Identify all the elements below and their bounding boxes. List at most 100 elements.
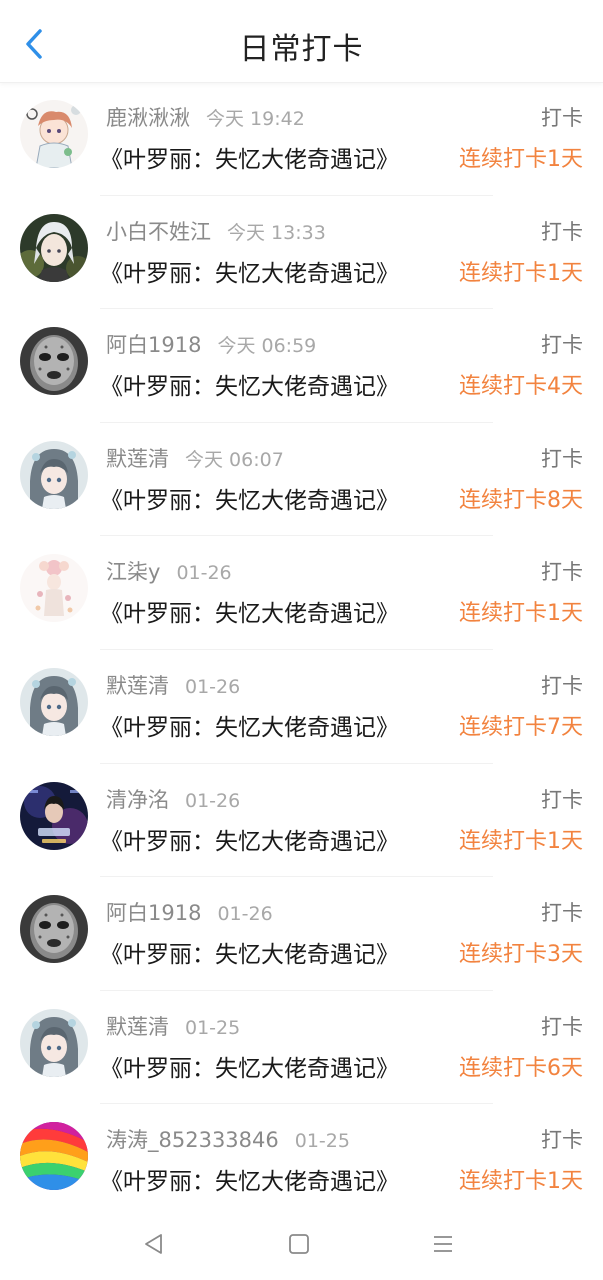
- action-label: 打卡: [541, 560, 583, 585]
- page: 日常打卡 鹿湫湫湫 今天 19:42 打卡 《叶罗丽：失忆大佬奇遇记》 连续打卡…: [0, 0, 603, 1280]
- book-title[interactable]: 《叶罗丽：失忆大佬奇遇记》: [100, 594, 399, 628]
- nav-back-button[interactable]: [136, 1226, 172, 1262]
- checkin-row[interactable]: 默莲清 01-26 打卡 《叶罗丽：失忆大佬奇遇记》 连续打卡7天: [0, 650, 603, 764]
- checkin-row[interactable]: 江柒y 01-26 打卡 《叶罗丽：失忆大佬奇遇记》 连续打卡1天: [0, 536, 603, 650]
- timestamp: 今天 19:42: [206, 108, 305, 130]
- action-label: 打卡: [541, 901, 583, 926]
- action-label: 打卡: [541, 1128, 583, 1153]
- streak-label: 连续打卡1天: [459, 147, 583, 172]
- streak-label: 连续打卡1天: [459, 1169, 583, 1195]
- page-title: 日常打卡: [239, 32, 364, 67]
- book-title[interactable]: 《叶罗丽：失忆大佬奇遇记》: [100, 1162, 399, 1196]
- timestamp: 今天 06:07: [185, 448, 284, 471]
- mask-avatar-icon: [20, 327, 88, 396]
- timestamp: 今天 06:59: [217, 335, 317, 358]
- avatar[interactable]: [20, 327, 88, 396]
- row-meta: 阿白1918 今天 06:59: [106, 329, 316, 359]
- row-meta: 江柒y 01-26: [106, 556, 232, 586]
- action-label: 打卡: [541, 106, 583, 130]
- action-label: 打卡: [541, 333, 583, 358]
- action-label: 打卡: [541, 673, 583, 698]
- checkin-row[interactable]: 阿白1918 今天 06:59 打卡 《叶罗丽：失忆大佬奇遇记》 连续打卡4天: [0, 309, 603, 423]
- anime-girl-sketch-avatar-icon: [20, 100, 88, 168]
- header: 日常打卡: [0, 0, 603, 83]
- book-title[interactable]: 《叶罗丽：失忆大佬奇遇记》: [100, 367, 399, 401]
- white-hair-boy-avatar-icon: [20, 213, 88, 282]
- checkin-row[interactable]: 默莲清 01-25 打卡 《叶罗丽：失忆大佬奇遇记》 连续打卡6天: [0, 991, 603, 1105]
- streak-label: 连续打卡4天: [459, 374, 583, 400]
- anime-girl-avatar-icon: [20, 667, 88, 736]
- avatar[interactable]: [20, 1122, 88, 1191]
- system-navbar: [0, 1208, 603, 1280]
- streak-label: 连续打卡7天: [459, 714, 583, 740]
- row-meta: 默莲清 01-25: [106, 1011, 240, 1041]
- flower-girl-avatar-icon: [20, 554, 88, 623]
- avatar[interactable]: [20, 100, 88, 168]
- username[interactable]: 阿白1918: [106, 333, 201, 357]
- timestamp: 01-26: [185, 789, 241, 812]
- username[interactable]: 默莲清: [106, 674, 169, 698]
- timestamp: 01-26: [185, 675, 241, 698]
- nav-menu-button[interactable]: [425, 1226, 461, 1262]
- timestamp: 今天 13:33: [227, 221, 326, 244]
- checkin-row[interactable]: 清净洺 01-26 打卡 《叶罗丽：失忆大佬奇遇记》 连续打卡1天: [0, 764, 603, 878]
- dark-poster-avatar-icon: [20, 781, 88, 850]
- checkin-row[interactable]: 阿白1918 01-26 打卡 《叶罗丽：失忆大佬奇遇记》 连续打卡3天: [0, 877, 603, 991]
- anime-girl-avatar-icon: [20, 440, 88, 509]
- username[interactable]: 鹿湫湫湫: [106, 106, 190, 130]
- checkin-row[interactable]: 小白不姓江 今天 13:33 打卡 《叶罗丽：失忆大佬奇遇记》 连续打卡1天: [0, 196, 603, 310]
- username[interactable]: 清净洺: [106, 788, 169, 812]
- username[interactable]: 默莲清: [106, 1015, 169, 1039]
- action-label: 打卡: [541, 1014, 583, 1039]
- anime-girl-avatar-icon: [20, 1008, 88, 1077]
- username[interactable]: 小白不姓江: [106, 220, 211, 244]
- avatar[interactable]: [20, 1008, 88, 1077]
- nav-home-button[interactable]: [281, 1226, 317, 1262]
- timestamp: 01-26: [217, 903, 273, 926]
- streak-label: 连续打卡6天: [459, 1055, 583, 1081]
- book-title[interactable]: 《叶罗丽：失忆大佬奇遇记》: [100, 708, 399, 742]
- action-label: 打卡: [541, 787, 583, 812]
- username[interactable]: 阿白1918: [106, 901, 201, 925]
- streak-label: 连续打卡1天: [459, 828, 583, 854]
- row-meta: 默莲清 01-26: [106, 670, 240, 700]
- action-label: 打卡: [541, 446, 583, 471]
- streak-label: 连续打卡1天: [459, 260, 583, 286]
- book-title[interactable]: 《叶罗丽：失忆大佬奇遇记》: [100, 822, 399, 856]
- avatar[interactable]: [20, 781, 88, 850]
- timestamp: 01-25: [294, 1130, 350, 1153]
- timestamp: 01-25: [185, 1016, 241, 1039]
- checkin-row[interactable]: 鹿湫湫湫 今天 19:42 打卡 《叶罗丽：失忆大佬奇遇记》 连续打卡1天: [0, 82, 603, 196]
- avatar[interactable]: [20, 667, 88, 736]
- home-square-icon: [289, 1234, 309, 1254]
- row-meta: 阿白1918 01-26: [106, 897, 273, 927]
- checkin-row[interactable]: 默莲清 今天 06:07 打卡 《叶罗丽：失忆大佬奇遇记》 连续打卡8天: [0, 423, 603, 537]
- avatar[interactable]: [20, 554, 88, 623]
- timestamp: 01-26: [176, 562, 232, 585]
- streak-label: 连续打卡3天: [459, 942, 583, 968]
- streak-label: 连续打卡1天: [459, 601, 583, 627]
- avatar[interactable]: [20, 213, 88, 282]
- checkin-row[interactable]: 涛涛_852333846 01-25 打卡 《叶罗丽：失忆大佬奇遇记》 连续打卡1…: [0, 1104, 603, 1218]
- avatar[interactable]: [20, 895, 88, 964]
- username[interactable]: 江柒y: [106, 560, 160, 584]
- row-meta: 默莲清 今天 06:07: [106, 443, 284, 473]
- rainbow-swirl-avatar-icon: [20, 1122, 88, 1191]
- menu-lines-icon: [434, 1236, 452, 1252]
- book-title[interactable]: 《叶罗丽：失忆大佬奇遇记》: [100, 254, 399, 288]
- book-title[interactable]: 《叶罗丽：失忆大佬奇遇记》: [100, 1049, 399, 1083]
- username[interactable]: 涛涛_852333846: [106, 1128, 279, 1152]
- action-label: 打卡: [541, 219, 583, 244]
- streak-label: 连续打卡8天: [459, 487, 583, 513]
- checkin-list: 鹿湫湫湫 今天 19:42 打卡 《叶罗丽：失忆大佬奇遇记》 连续打卡1天 小白…: [0, 82, 603, 1218]
- mask-avatar-icon: [20, 895, 88, 964]
- avatar[interactable]: [20, 440, 88, 509]
- row-meta: 清净洺 01-26: [106, 784, 240, 814]
- book-title[interactable]: 《叶罗丽：失忆大佬奇遇记》: [100, 140, 399, 174]
- username[interactable]: 默莲清: [106, 447, 169, 471]
- book-title[interactable]: 《叶罗丽：失忆大佬奇遇记》: [100, 935, 399, 969]
- book-title[interactable]: 《叶罗丽：失忆大佬奇遇记》: [100, 481, 399, 515]
- back-triangle-icon: [145, 1234, 162, 1254]
- row-meta: 鹿湫湫湫 今天 19:42: [106, 102, 305, 132]
- row-meta: 涛涛_852333846 01-25: [106, 1124, 350, 1154]
